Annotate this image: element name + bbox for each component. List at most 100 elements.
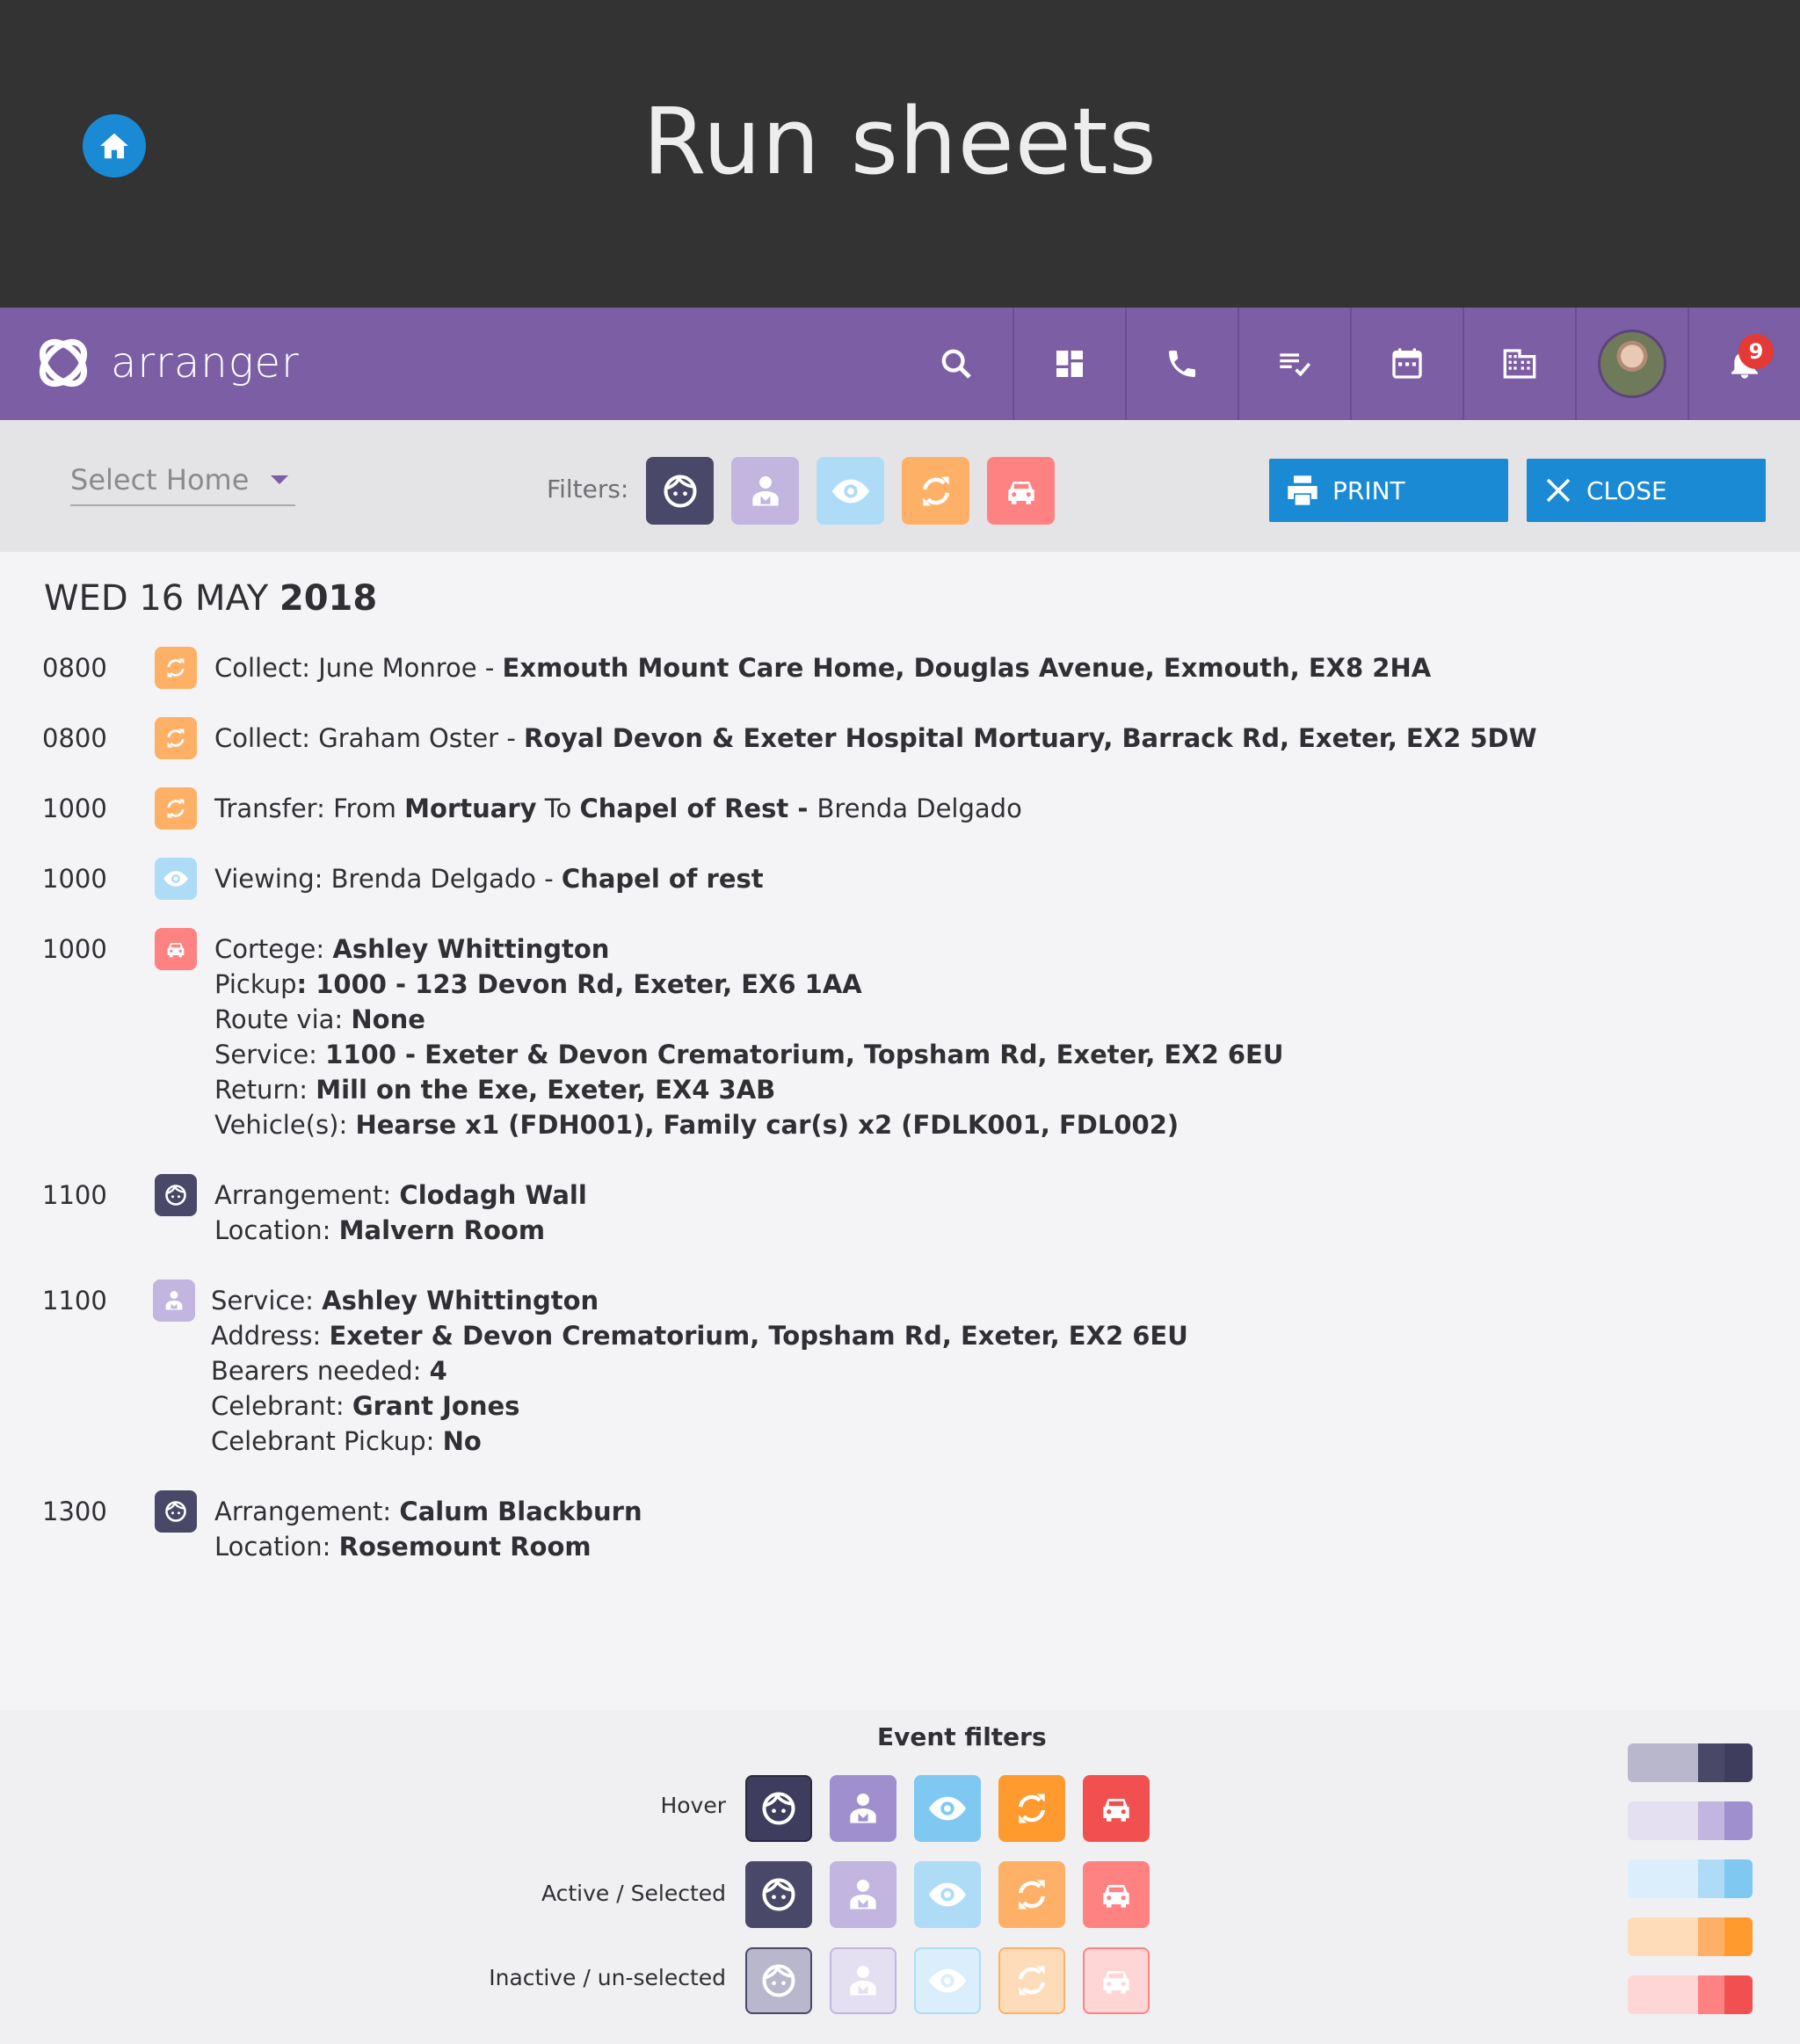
- nav-profile[interactable]: [1575, 308, 1688, 420]
- avatar[interactable]: [1598, 330, 1666, 398]
- face-icon: [745, 1947, 812, 2014]
- close-icon: [1546, 478, 1571, 503]
- car-icon: [1007, 481, 1034, 504]
- nav-icons: 9: [900, 308, 1800, 420]
- person-icon: [153, 1279, 195, 1322]
- event-viewing: 1000 Viewing: Brenda Delgado - Chapel of…: [42, 858, 764, 900]
- filter-transfer[interactable]: [902, 457, 969, 525]
- event-time: 1100: [42, 1180, 107, 1210]
- select-home-placeholder: Select Home: [70, 463, 250, 497]
- print-label: PRINT: [1332, 475, 1405, 505]
- legend-row-label: Hover: [660, 1793, 726, 1818]
- filter-service[interactable]: [731, 457, 799, 525]
- eye-icon: [914, 1947, 981, 2014]
- dashboard-icon: [1056, 351, 1083, 377]
- event-collect: 0800 Collect: June Monroe - Exmouth Moun…: [42, 647, 1432, 689]
- event-service: 1100 Service: Ashley Whittington Address…: [42, 1279, 1188, 1459]
- run-sheet: WED 16 MAY 2018 0800 Collect: June Monro…: [0, 552, 1800, 1677]
- event-details: Cortege: Ashley Whittington Pickup: 1000…: [214, 934, 1284, 1140]
- event-time: 0800: [42, 653, 107, 683]
- car-icon: [155, 928, 197, 970]
- nav-notifications[interactable]: 9: [1688, 308, 1800, 420]
- app-nav-bar: arranger 9: [0, 308, 1800, 420]
- close-label: CLOSE: [1586, 475, 1667, 505]
- transfer-icon: [155, 647, 197, 689]
- legend-row-label: Inactive / un-selected: [489, 1965, 726, 1990]
- event-details: Collect: Graham Oster - Royal Devon & Ex…: [214, 723, 1537, 753]
- filter-arrangement[interactable]: [646, 457, 714, 525]
- face-icon: [155, 1490, 197, 1533]
- filter-chips: [646, 457, 1055, 525]
- face-icon: [745, 1775, 812, 1842]
- transfer-icon: [998, 1861, 1065, 1928]
- filter-toolbar: Select Home Filters: PRINT CLOSE: [0, 420, 1800, 552]
- eye-icon: [831, 479, 869, 503]
- legend-hover-row: [745, 1775, 1150, 1842]
- event-filters-legend: Event filters Hover Active / Selected In…: [0, 1710, 1800, 2044]
- event-time: 1000: [42, 794, 107, 823]
- logo-text: arranger: [111, 338, 300, 388]
- legend-row-label: Active / Selected: [541, 1881, 726, 1906]
- checklist-icon: [1280, 353, 1311, 377]
- transfer-colour-swatch: [1628, 1917, 1753, 1956]
- event-arrangement: 1100 Arrangement: Clodagh Wall Location:…: [42, 1174, 587, 1248]
- select-home-dropdown[interactable]: Select Home: [70, 455, 295, 506]
- event-time: 1000: [42, 864, 107, 894]
- face-icon: [155, 1174, 197, 1216]
- transfer-icon: [998, 1775, 1065, 1842]
- face-icon: [663, 474, 697, 508]
- event-details: Collect: June Monroe - Exmouth Mount Car…: [214, 653, 1432, 683]
- person-icon: [830, 1861, 896, 1928]
- event-time: 1100: [42, 1286, 107, 1316]
- event-details: Arrangement: Clodagh Wall Location: Malv…: [214, 1180, 587, 1245]
- face-icon: [745, 1861, 812, 1928]
- nav-search[interactable]: [900, 308, 1012, 420]
- arranger-logo-icon: [39, 338, 88, 388]
- nav-dashboard[interactable]: [1012, 308, 1125, 420]
- transfer-icon: [922, 476, 949, 505]
- person-icon: [830, 1775, 896, 1842]
- legend-title: Event filters: [877, 1722, 1047, 1751]
- arrangement-colour-swatch: [1628, 1743, 1753, 1782]
- event-collect: 0800 Collect: Graham Oster - Royal Devon…: [42, 717, 1537, 759]
- event-transfer: 1000 Transfer: From Mortuary To Chapel o…: [42, 787, 1022, 830]
- car-icon: [1083, 1861, 1150, 1928]
- eye-icon: [914, 1861, 981, 1928]
- nav-phone[interactable]: [1125, 308, 1238, 420]
- filters-label: Filters:: [547, 475, 629, 504]
- person-icon: [830, 1947, 896, 2014]
- car-icon: [1083, 1775, 1150, 1842]
- legend-active-row: [745, 1861, 1150, 1928]
- nav-buildings[interactable]: [1462, 308, 1575, 420]
- nav-calendar[interactable]: [1350, 308, 1462, 420]
- run-sheet-date: WED 16 MAY 2018: [44, 578, 378, 619]
- viewing-colour-swatch: [1628, 1859, 1753, 1898]
- arranger-logo[interactable]: arranger: [33, 332, 300, 394]
- transfer-icon: [155, 787, 197, 830]
- nav-tasks[interactable]: [1238, 308, 1350, 420]
- eye-icon: [914, 1775, 981, 1842]
- event-details: Transfer: From Mortuary To Chapel of Res…: [214, 794, 1022, 823]
- event-time: 1300: [42, 1497, 107, 1526]
- close-button[interactable]: CLOSE: [1527, 459, 1766, 522]
- phone-icon: [1169, 351, 1195, 377]
- calendar-icon: [1392, 348, 1422, 379]
- notification-badge: 9: [1738, 334, 1774, 369]
- transfer-icon: [155, 717, 197, 759]
- event-details: Arrangement: Calum Blackburn Location: R…: [214, 1497, 642, 1562]
- title-banner: Run sheets: [0, 0, 1800, 308]
- event-details: Service: Ashley Whittington Address: Exe…: [211, 1286, 1188, 1456]
- building-icon: [1503, 349, 1536, 379]
- filter-cortege[interactable]: [987, 457, 1055, 525]
- event-time: 1000: [42, 934, 107, 964]
- filter-viewing[interactable]: [817, 457, 884, 525]
- eye-icon: [155, 858, 197, 900]
- search-icon: [941, 349, 971, 379]
- printer-icon: [1288, 475, 1317, 505]
- event-time: 0800: [42, 723, 107, 753]
- event-cortege: 1000 Cortege: Ashley Whittington Pickup:…: [42, 928, 1284, 1142]
- car-icon: [1083, 1947, 1150, 2014]
- print-button[interactable]: PRINT: [1269, 459, 1508, 522]
- page-title: Run sheets: [642, 88, 1158, 195]
- cortege-colour-swatch: [1628, 1975, 1753, 2014]
